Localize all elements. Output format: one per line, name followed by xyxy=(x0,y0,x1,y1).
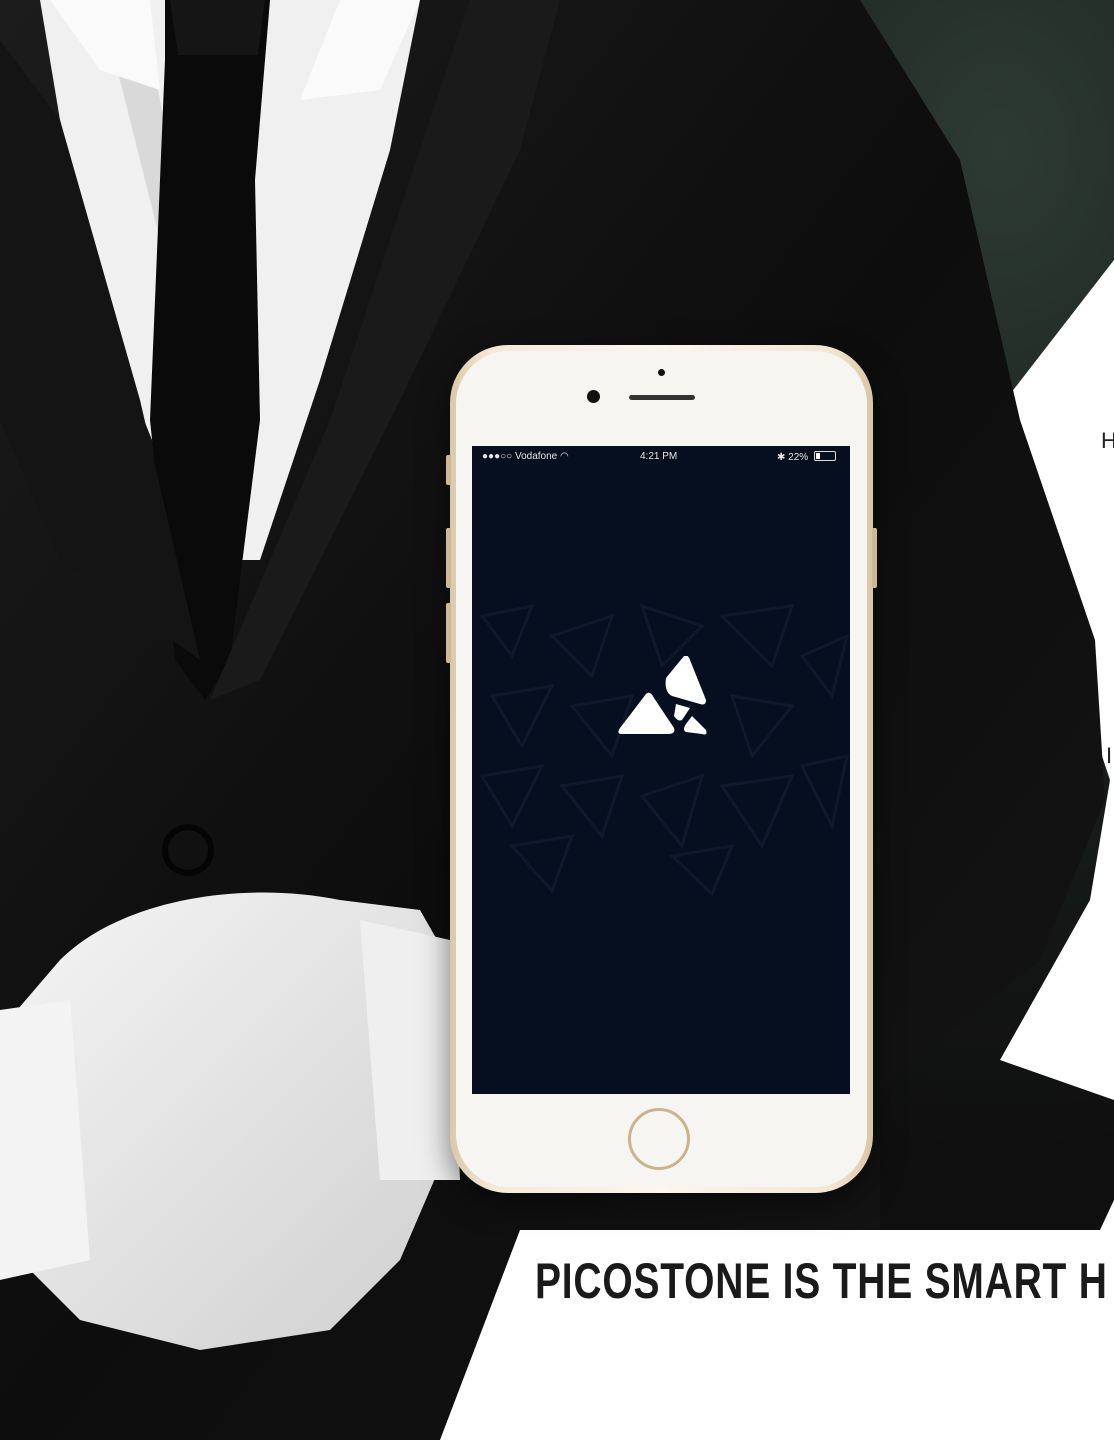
carrier-label: ●●●○○ Vodafone ◠ xyxy=(482,451,569,462)
status-bar: ●●●○○ Vodafone ◠ 4:21 PM ✱ 22% xyxy=(472,446,850,468)
front-camera-icon xyxy=(587,390,600,403)
wifi-icon: ◠ xyxy=(560,451,569,462)
bluetooth-icon: ✱ xyxy=(777,452,786,463)
earpiece-speaker xyxy=(629,395,695,400)
status-time: 4:21 PM xyxy=(640,451,678,462)
side-button xyxy=(872,528,877,588)
battery-icon xyxy=(813,451,836,461)
volume-down-button xyxy=(446,528,451,588)
volume-up-button xyxy=(446,455,451,485)
battery-percent: 22% xyxy=(788,452,809,463)
phone-screen: ●●●○○ Vodafone ◠ 4:21 PM ✱ 22% xyxy=(472,446,850,1094)
home-button[interactable] xyxy=(628,1108,690,1170)
battery-indicator: ✱ 22% xyxy=(777,451,836,463)
hero-scene: H I ●●●○○ Vodafone ◠ 4:21 PM ✱ 22% PICOS… xyxy=(0,0,1114,1440)
cropped-text-middle: I xyxy=(1106,743,1113,768)
headline: PICOSTONE IS THE SMART H xyxy=(535,1253,1108,1309)
picostone-logo xyxy=(618,656,707,735)
screen-pattern xyxy=(479,603,850,896)
power-button xyxy=(446,603,451,663)
cropped-text-top: H xyxy=(1101,428,1114,453)
proximity-sensor xyxy=(658,369,665,376)
